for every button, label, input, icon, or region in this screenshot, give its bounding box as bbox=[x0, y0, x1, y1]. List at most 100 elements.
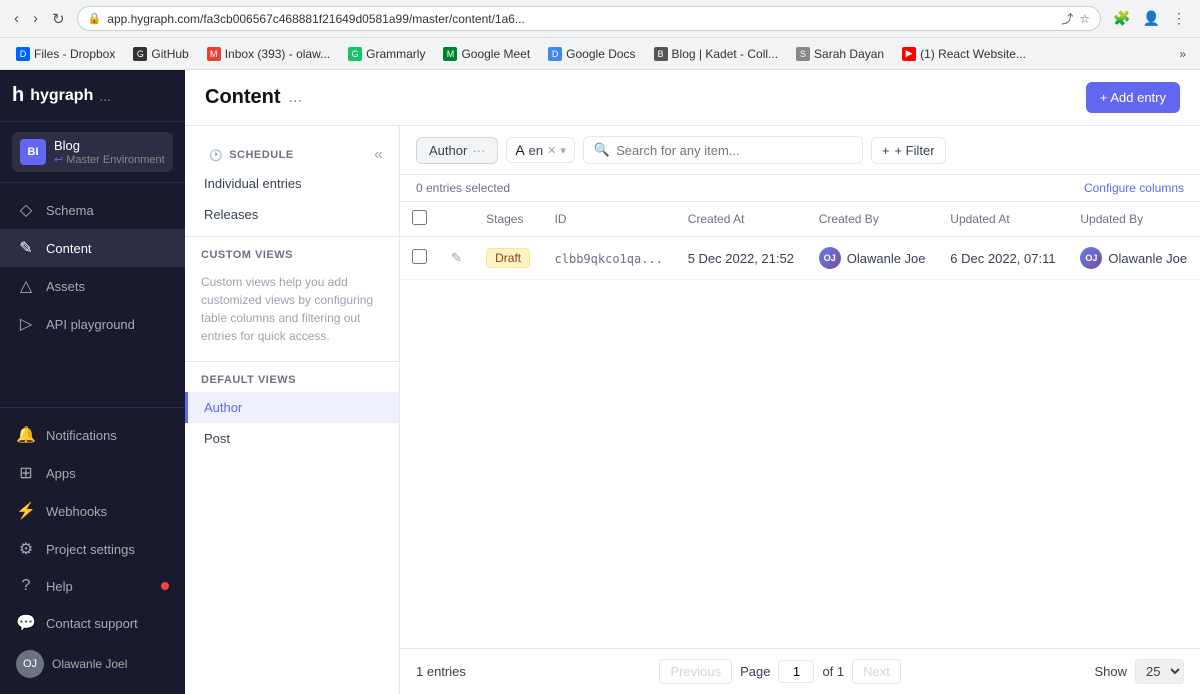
nav-item-api-playground[interactable]: ▷ API playground bbox=[0, 305, 185, 343]
api-playground-icon: ▷ bbox=[16, 314, 36, 334]
help-icon: ? bbox=[16, 577, 36, 595]
profile-button[interactable]: 👤 bbox=[1139, 8, 1164, 29]
bookmarks-more[interactable]: » bbox=[1173, 44, 1192, 64]
sidebar-logo[interactable]: h hygraph ... bbox=[12, 84, 111, 107]
menu-button[interactable]: ⋮ bbox=[1168, 8, 1190, 29]
created-by-user: OJ Olawanle Joe bbox=[819, 247, 927, 269]
page-size-select[interactable]: 25 bbox=[1135, 659, 1184, 684]
default-views-header: DEFAULT VIEWS bbox=[185, 368, 399, 392]
settings-icon: ⚙ bbox=[16, 539, 36, 559]
schema-icon: ◇ bbox=[16, 200, 36, 220]
nav-label-project-settings: Project settings bbox=[46, 542, 135, 557]
show-label: Show bbox=[1094, 664, 1127, 679]
row-checkbox[interactable] bbox=[412, 249, 427, 264]
bookmark-github[interactable]: G GitHub bbox=[125, 44, 196, 64]
configure-columns-button[interactable]: Configure columns bbox=[1084, 181, 1184, 195]
col-header-stages[interactable]: Stages bbox=[474, 202, 542, 237]
extensions-button[interactable]: 🧩 bbox=[1109, 8, 1134, 29]
dropbox-icon: D bbox=[16, 47, 30, 61]
select-all-checkbox[interactable] bbox=[412, 210, 427, 225]
nav-label-webhooks: Webhooks bbox=[46, 504, 107, 519]
content-title-group: Content ... bbox=[205, 86, 302, 109]
contact-support-icon: 💬 bbox=[16, 613, 36, 633]
sidebar: h hygraph ... BI Blog ↩ Master Environme… bbox=[0, 70, 185, 694]
add-entry-button[interactable]: + Add entry bbox=[1086, 82, 1180, 113]
table-row[interactable]: ✎ Draft clbb9qkco1qa... 5 Dec 2022, 21:5… bbox=[400, 237, 1200, 280]
nav-item-apps[interactable]: ⊞ Apps bbox=[0, 454, 185, 492]
individual-entries-item[interactable]: Individual entries bbox=[185, 168, 399, 199]
forward-button[interactable]: › bbox=[29, 8, 42, 29]
language-selector[interactable]: A en ✕ ▾ bbox=[506, 137, 575, 163]
entries-count: 1 entries bbox=[416, 664, 466, 679]
nav-label-assets: Assets bbox=[46, 279, 85, 294]
nav-item-assets[interactable]: △ Assets bbox=[0, 267, 185, 305]
col-header-created-at[interactable]: Created At bbox=[676, 202, 807, 237]
bookmark-react[interactable]: ▶ (1) React Website... bbox=[894, 44, 1034, 64]
bookmark-sarah[interactable]: S Sarah Dayan bbox=[788, 44, 892, 64]
col-header-empty bbox=[439, 202, 474, 237]
releases-item[interactable]: Releases bbox=[185, 199, 399, 230]
bookmark-blog[interactable]: B Blog | Kadet - Coll... bbox=[646, 44, 787, 64]
workspace-avatar: BI bbox=[20, 139, 46, 165]
browser-controls: ‹ › ↻ bbox=[10, 8, 69, 30]
sidebar-nav: ◇ Schema ✎ Content △ Assets ▷ API playgr… bbox=[0, 183, 185, 407]
edit-icon[interactable]: ✎ bbox=[451, 250, 462, 265]
nav-item-schema[interactable]: ◇ Schema bbox=[0, 191, 185, 229]
col-header-created-by[interactable]: Created By bbox=[807, 202, 939, 237]
meet-icon: M bbox=[443, 47, 457, 61]
language-remove[interactable]: ✕ bbox=[547, 144, 556, 157]
workspace-item[interactable]: BI Blog ↩ Master Environment bbox=[12, 132, 173, 172]
sidebar-user[interactable]: OJ Olawanle Joel bbox=[0, 642, 185, 686]
back-button[interactable]: ‹ bbox=[10, 8, 23, 29]
filter-button[interactable]: + + Filter bbox=[871, 137, 946, 164]
author-tab[interactable]: Author ··· bbox=[416, 137, 498, 164]
next-page-button[interactable]: Next bbox=[852, 659, 901, 684]
bookmark-label: Sarah Dayan bbox=[814, 47, 884, 61]
content-body: 🕐 SCHEDULE « Individual entries Releases… bbox=[185, 126, 1200, 694]
author-tab-dots[interactable]: ··· bbox=[472, 143, 485, 158]
entries-selected: 0 entries selected bbox=[416, 181, 510, 195]
blog-icon: B bbox=[654, 47, 668, 61]
pagination-bar: 1 entries Previous Page of 1 Next Show 2… bbox=[400, 648, 1200, 694]
search-input[interactable] bbox=[616, 143, 852, 158]
nav-label-notifications: Notifications bbox=[46, 428, 117, 443]
notifications-icon: 🔔 bbox=[16, 425, 36, 445]
view-post[interactable]: Post bbox=[185, 423, 399, 454]
row-created-by-cell: OJ Olawanle Joe bbox=[807, 237, 939, 280]
sidebar-logo-dots: ... bbox=[99, 88, 111, 104]
bookmarks-bar: D Files - Dropbox G GitHub M Inbox (393)… bbox=[0, 38, 1200, 70]
nav-item-notifications[interactable]: 🔔 Notifications bbox=[0, 416, 185, 454]
bookmark-dropbox[interactable]: D Files - Dropbox bbox=[8, 44, 123, 64]
bookmark-docs[interactable]: D Google Docs bbox=[540, 44, 643, 64]
refresh-button[interactable]: ↻ bbox=[48, 8, 69, 30]
clock-icon: 🕐 bbox=[209, 149, 223, 162]
bookmark-meet[interactable]: M Google Meet bbox=[435, 44, 538, 64]
address-bar[interactable]: 🔒 app.hygraph.com/fa3cb006567c468881f216… bbox=[77, 6, 1102, 31]
col-header-updated-by[interactable]: Updated By bbox=[1068, 202, 1200, 237]
view-author[interactable]: Author bbox=[185, 392, 399, 423]
workspace-env: ↩ Master Environment bbox=[54, 153, 165, 166]
nav-item-help[interactable]: ? Help bbox=[0, 568, 185, 604]
content-title-dots[interactable]: ... bbox=[289, 89, 302, 107]
search-icon: 🔍 bbox=[594, 142, 610, 158]
bookmark-inbox[interactable]: M Inbox (393) - olaw... bbox=[199, 44, 338, 64]
app-container: h hygraph ... BI Blog ↩ Master Environme… bbox=[0, 70, 1200, 694]
col-header-id[interactable]: ID bbox=[543, 202, 676, 237]
nav-item-content[interactable]: ✎ Content bbox=[0, 229, 185, 267]
collapse-panel-button[interactable]: « bbox=[366, 142, 391, 168]
docs-icon: D bbox=[548, 47, 562, 61]
hygraph-logo-icon: h bbox=[12, 84, 24, 107]
page-number-input[interactable] bbox=[778, 660, 814, 683]
search-box[interactable]: 🔍 bbox=[583, 136, 863, 164]
nav-item-contact-support[interactable]: 💬 Contact support bbox=[0, 604, 185, 642]
bookmark-grammarly[interactable]: G Grammarly bbox=[340, 44, 433, 64]
table-panel: Author ··· A en ✕ ▾ 🔍 + bbox=[400, 126, 1200, 694]
language-chevron-icon: ▾ bbox=[560, 144, 566, 157]
col-header-updated-at[interactable]: Updated At bbox=[938, 202, 1068, 237]
nav-label-help: Help bbox=[46, 579, 73, 594]
nav-item-webhooks[interactable]: ⚡ Webhooks bbox=[0, 492, 185, 530]
workspace-name: Blog bbox=[54, 138, 165, 153]
bookmark-label: Files - Dropbox bbox=[34, 47, 115, 61]
nav-item-project-settings[interactable]: ⚙ Project settings bbox=[0, 530, 185, 568]
prev-page-button[interactable]: Previous bbox=[659, 659, 732, 684]
